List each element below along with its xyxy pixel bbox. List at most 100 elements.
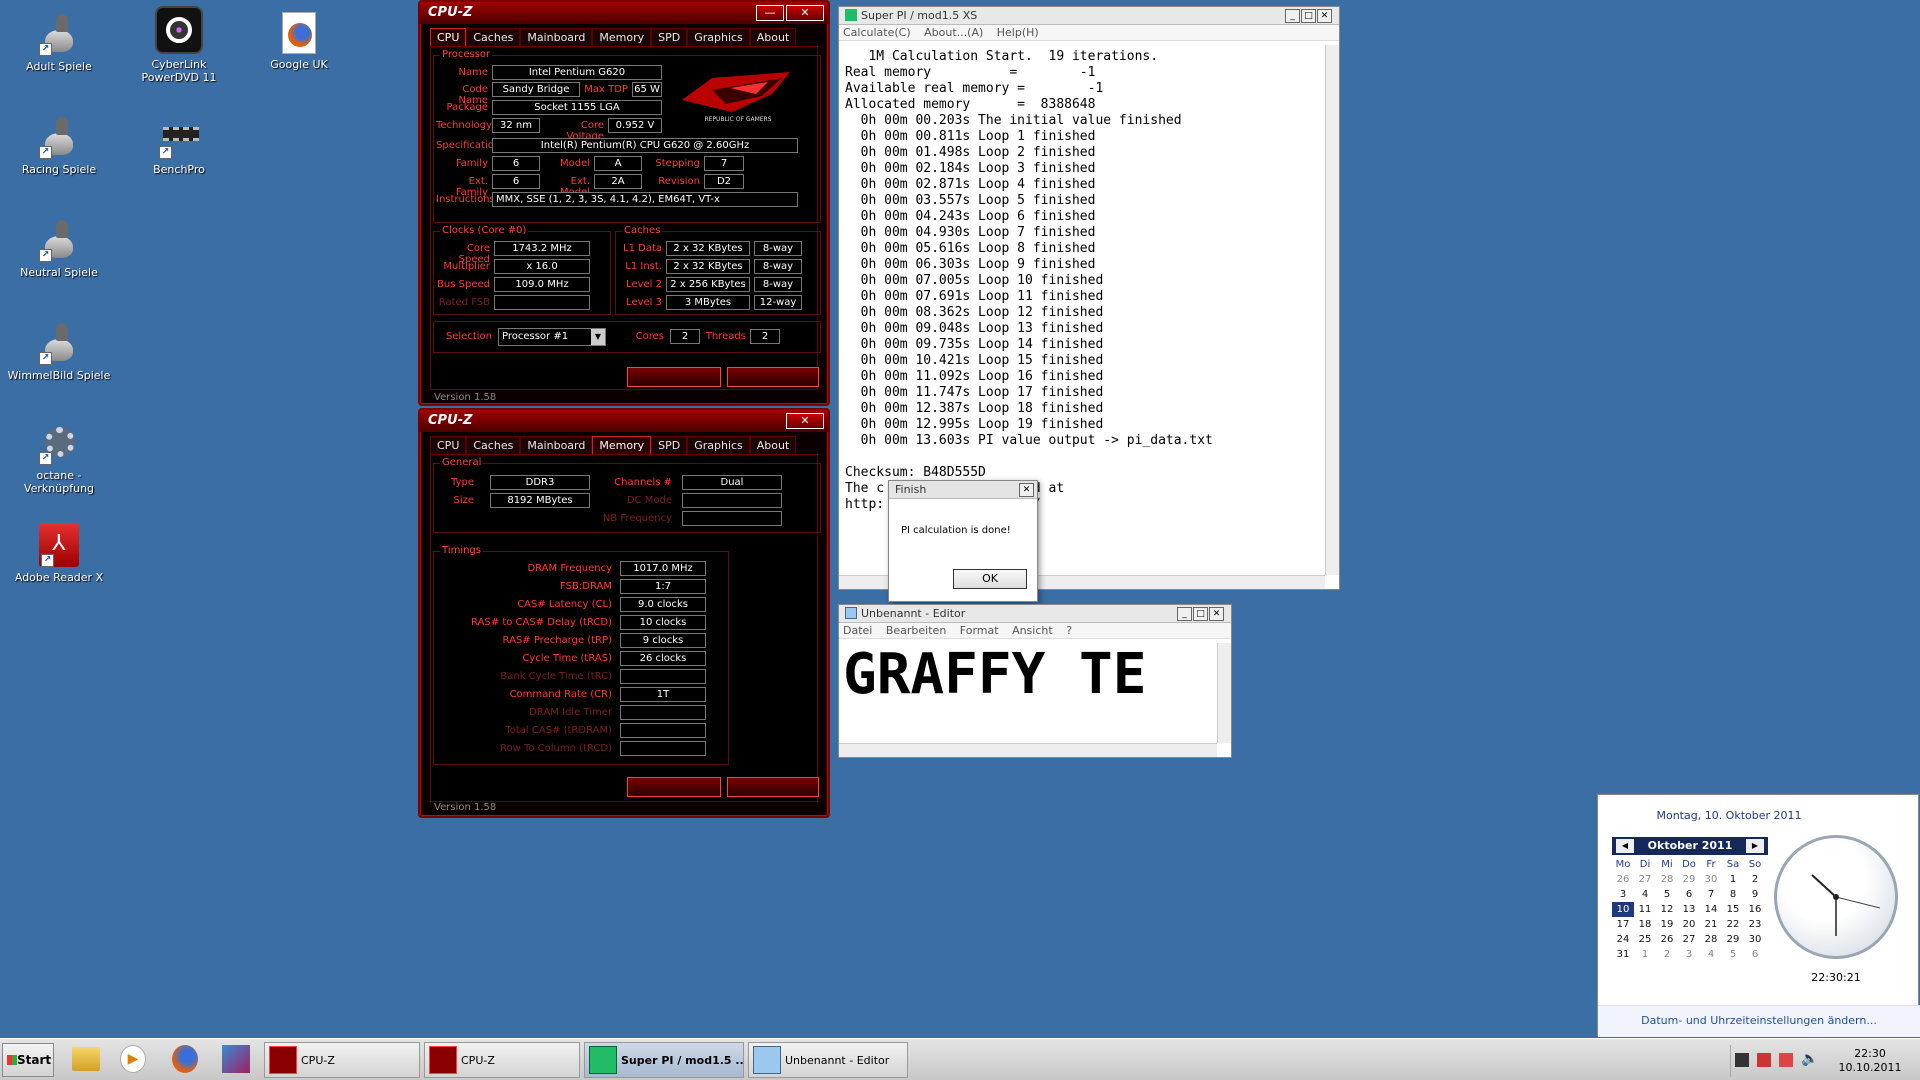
calendar-day[interactable]: 28 <box>1656 872 1678 887</box>
close-button[interactable]: ✕ <box>1209 607 1224 621</box>
calendar-day[interactable]: 22 <box>1722 917 1744 932</box>
tab-cpu[interactable]: CPU <box>430 28 467 46</box>
menu-calculate[interactable]: Calculate(C) <box>843 26 911 39</box>
firefox-quicklaunch-icon[interactable] <box>172 1045 198 1073</box>
tab-caches[interactable]: Caches <box>466 28 521 46</box>
calendar-day[interactable]: 1 <box>1634 947 1656 962</box>
calendar-day[interactable]: 11 <box>1634 902 1656 917</box>
calendar-day[interactable]: 19 <box>1656 917 1678 932</box>
taskbar-item-notepad[interactable]: Unbenannt - Editor <box>748 1042 908 1078</box>
calendar-day[interactable]: 16 <box>1744 902 1766 917</box>
vertical-scrollbar[interactable] <box>1325 45 1339 575</box>
desktop-icon-racing-spiele[interactable]: ↗ Racing Spiele <box>4 115 114 176</box>
calendar-day[interactable]: 2 <box>1744 872 1766 887</box>
action-center-icon[interactable] <box>1757 1053 1771 1067</box>
calendar-day[interactable]: 30 <box>1744 932 1766 947</box>
calendar-date-header[interactable]: Montag, 10. Oktober 2011 <box>1598 809 1860 822</box>
calendar-day[interactable]: 6 <box>1678 887 1700 902</box>
tab-caches[interactable]: Caches <box>466 436 521 454</box>
calendar-day[interactable]: 1 <box>1722 872 1744 887</box>
tab-memory[interactable]: Memory <box>592 28 652 46</box>
desktop-icon-powerdvd[interactable]: CyberLink PowerDVD 11 <box>124 6 234 84</box>
calendar-day[interactable]: 4 <box>1700 947 1722 962</box>
calendar-day[interactable]: 26 <box>1612 872 1634 887</box>
calendar-day[interactable]: 7 <box>1700 887 1722 902</box>
validate-button[interactable] <box>627 367 721 387</box>
explorer-quicklaunch-icon[interactable] <box>72 1047 100 1071</box>
calendar-day[interactable]: 21 <box>1700 917 1722 932</box>
desktop-icon-benchpro[interactable]: ↗ BenchPro <box>124 115 234 176</box>
close-button[interactable]: ✕ <box>1317 9 1332 23</box>
processor-select[interactable]: Processor #1 ▼ <box>498 328 606 346</box>
menu-help[interactable]: ? <box>1066 624 1072 637</box>
ok-button[interactable] <box>727 367 819 387</box>
calendar-day[interactable]: 10 <box>1612 902 1634 917</box>
calendar-day[interactable]: 26 <box>1656 932 1678 947</box>
desktop-icon-octane[interactable]: ↗ octane - Verknüpfung <box>4 421 114 495</box>
winrar-quicklaunch-icon[interactable] <box>222 1045 250 1073</box>
minimize-button[interactable]: _ <box>1285 9 1300 23</box>
calendar-day[interactable]: 23 <box>1744 917 1766 932</box>
calendar-day[interactable]: 8 <box>1722 887 1744 902</box>
calendar-day[interactable]: 5 <box>1656 887 1678 902</box>
desktop-icon-neutral-spiele[interactable]: ↗ Neutral Spiele <box>4 218 114 279</box>
calendar-day[interactable]: 29 <box>1678 872 1700 887</box>
calendar-day[interactable]: 29 <box>1722 932 1744 947</box>
calendar-day[interactable]: 30 <box>1700 872 1722 887</box>
calendar-day[interactable]: 24 <box>1612 932 1634 947</box>
desktop-icon-adobe-reader[interactable]: ⅄ ↗ Adobe Reader X <box>4 523 114 584</box>
ok-button[interactable] <box>727 777 819 797</box>
menu-datei[interactable]: Datei <box>843 624 872 637</box>
mediaplayer-quicklaunch-icon[interactable]: ▶ <box>120 1045 146 1073</box>
close-button[interactable]: ✕ <box>786 5 824 21</box>
tab-graphics[interactable]: Graphics <box>687 436 750 454</box>
chevron-left-icon[interactable]: ◀ <box>1616 839 1634 853</box>
tab-mainboard[interactable]: Mainboard <box>520 436 593 454</box>
calendar-day[interactable]: 12 <box>1656 902 1678 917</box>
tray-clock-date[interactable]: 10.10.2011 <box>1835 1061 1905 1074</box>
chevron-right-icon[interactable]: ▶ <box>1746 839 1764 853</box>
datetime-settings-link[interactable]: Datum- und Uhrzeiteinstellungen ändern..… <box>1598 1005 1920 1037</box>
calendar-day[interactable]: 27 <box>1634 872 1656 887</box>
vertical-scrollbar[interactable] <box>1217 643 1231 743</box>
calendar-day[interactable]: 5 <box>1722 947 1744 962</box>
tab-graphics[interactable]: Graphics <box>687 28 750 46</box>
calendar-day[interactable]: 2 <box>1656 947 1678 962</box>
calendar-day[interactable]: 25 <box>1634 932 1656 947</box>
validate-button[interactable] <box>627 777 721 797</box>
calendar-day[interactable]: 4 <box>1634 887 1656 902</box>
maximize-button[interactable]: □ <box>1193 607 1208 621</box>
calendar-day[interactable]: 17 <box>1612 917 1634 932</box>
close-button[interactable]: ✕ <box>1019 483 1034 497</box>
calendar-day[interactable]: 31 <box>1612 947 1634 962</box>
maximize-button[interactable]: □ <box>1301 9 1316 23</box>
taskbar-item-superpi[interactable]: Super PI / mod1.5 ... <box>584 1042 744 1078</box>
calendar-day[interactable]: 3 <box>1678 947 1700 962</box>
calendar-day[interactable]: 20 <box>1678 917 1700 932</box>
tab-about[interactable]: About <box>749 28 797 46</box>
calendar-day[interactable]: 13 <box>1678 902 1700 917</box>
device-icon[interactable] <box>1779 1053 1793 1067</box>
tab-spd[interactable]: SPD <box>651 436 688 454</box>
calendar-day[interactable]: 14 <box>1700 902 1722 917</box>
close-button[interactable]: ✕ <box>786 413 824 429</box>
calendar-day[interactable]: 27 <box>1678 932 1700 947</box>
menu-format[interactable]: Format <box>960 624 999 637</box>
menu-bearbeiten[interactable]: Bearbeiten <box>886 624 946 637</box>
start-button[interactable]: Start <box>2 1043 54 1077</box>
menu-help[interactable]: Help(H) <box>997 26 1039 39</box>
calendar-day[interactable]: 15 <box>1722 902 1744 917</box>
tab-spd[interactable]: SPD <box>651 28 688 46</box>
tab-mainboard[interactable]: Mainboard <box>520 28 593 46</box>
tab-cpu[interactable]: CPU <box>430 436 467 454</box>
desktop-icon-adult-spiele[interactable]: ↗ Adult Spiele <box>4 12 114 73</box>
tray-clock-time[interactable]: 22:30 <box>1835 1047 1905 1060</box>
desktop-icon-wimmelbild-spiele[interactable]: ↗ WimmelBild Spiele <box>4 321 114 382</box>
calendar-day[interactable]: 28 <box>1700 932 1722 947</box>
volume-icon[interactable]: 🔈 <box>1801 1051 1818 1067</box>
menu-ansicht[interactable]: Ansicht <box>1012 624 1053 637</box>
taskbar-item-cpuz-2[interactable]: CPU-Z <box>424 1042 580 1078</box>
notepad-textarea[interactable]: GRAFFY TE <box>843 647 1215 739</box>
minimize-button[interactable]: — <box>756 5 784 21</box>
horizontal-scrollbar[interactable] <box>839 743 1217 757</box>
